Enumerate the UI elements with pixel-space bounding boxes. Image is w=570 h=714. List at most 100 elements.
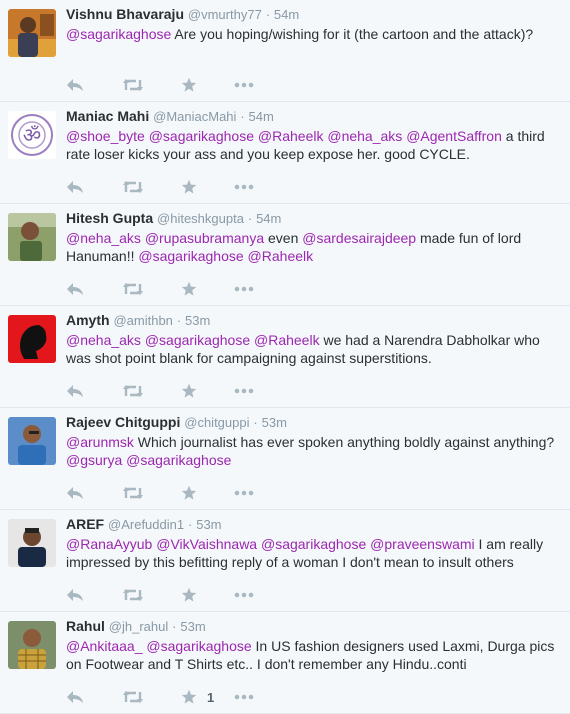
retweet-icon[interactable] xyxy=(122,485,144,501)
reply-button[interactable] xyxy=(66,688,84,706)
reply-button[interactable] xyxy=(66,178,84,196)
favorite-button[interactable] xyxy=(181,76,197,94)
favorite-button[interactable] xyxy=(181,484,197,502)
mention-link[interactable]: @sagarikaghose xyxy=(138,248,243,264)
author-handle[interactable]: @Arefuddin1 xyxy=(108,517,184,532)
mention-link[interactable]: @praveenswami xyxy=(370,536,474,552)
more-icon[interactable] xyxy=(234,490,254,496)
mention-link[interactable]: @sagarikaghose xyxy=(66,26,171,42)
author-handle[interactable]: @chitguppi xyxy=(184,415,249,430)
favorite-button[interactable] xyxy=(181,382,197,400)
timestamp[interactable]: 53m xyxy=(196,517,221,532)
retweet-icon[interactable] xyxy=(122,689,144,705)
author-name[interactable]: Rajeev Chitguppi xyxy=(66,414,180,430)
timestamp[interactable]: 53m xyxy=(180,619,205,634)
author-name[interactable]: Maniac Mahi xyxy=(66,108,149,124)
more-icon[interactable] xyxy=(234,286,254,292)
timestamp[interactable]: 54m xyxy=(274,7,299,22)
mention-link[interactable]: @Raheelk xyxy=(258,128,324,144)
retweet-button[interactable] xyxy=(122,280,144,298)
mention-link[interactable]: @neha_aks xyxy=(66,332,141,348)
author-name[interactable]: Hitesh Gupta xyxy=(66,210,153,226)
mention-link[interactable]: @sagarikaghose xyxy=(261,536,366,552)
retweet-button[interactable] xyxy=(122,76,144,94)
retweet-icon[interactable] xyxy=(122,281,144,297)
retweet-icon[interactable] xyxy=(122,383,144,399)
mention-link[interactable]: @Raheelk xyxy=(254,332,320,348)
more-icon[interactable] xyxy=(234,184,254,190)
mention-link[interactable]: @AgentSaffron xyxy=(406,128,502,144)
more-button[interactable] xyxy=(234,178,254,196)
more-icon[interactable] xyxy=(234,388,254,394)
more-icon[interactable] xyxy=(234,82,254,88)
mention-link[interactable]: @sagarikaghose xyxy=(145,332,250,348)
favorite-button[interactable] xyxy=(181,280,197,298)
retweet-button[interactable] xyxy=(122,484,144,502)
author-name[interactable]: Rahul xyxy=(66,618,105,634)
more-button[interactable] xyxy=(234,280,254,298)
reply-icon[interactable] xyxy=(66,77,84,93)
more-button[interactable] xyxy=(234,76,254,94)
avatar[interactable] xyxy=(8,9,56,57)
mention-link[interactable]: @shoe_byte xyxy=(66,128,145,144)
favorite-icon[interactable] xyxy=(181,281,197,297)
avatar[interactable] xyxy=(8,213,56,261)
favorite-icon[interactable] xyxy=(181,179,197,195)
author-name[interactable]: Amyth xyxy=(66,312,110,328)
author-handle[interactable]: @amithbn xyxy=(113,313,172,328)
reply-button[interactable] xyxy=(66,382,84,400)
mention-link[interactable]: @VikVaishnawa xyxy=(156,536,257,552)
avatar[interactable]: ॐ xyxy=(8,111,56,159)
reply-icon[interactable] xyxy=(66,689,84,705)
reply-button[interactable] xyxy=(66,586,84,604)
reply-icon[interactable] xyxy=(66,383,84,399)
avatar[interactable] xyxy=(8,621,56,669)
avatar[interactable] xyxy=(8,315,56,363)
favorite-icon[interactable] xyxy=(181,587,197,603)
more-icon[interactable] xyxy=(234,592,254,598)
more-button[interactable] xyxy=(234,688,254,706)
retweet-icon[interactable] xyxy=(122,77,144,93)
mention-link[interactable]: @RanaAyyub xyxy=(66,536,152,552)
mention-link[interactable]: @arunmsk xyxy=(66,434,134,450)
more-button[interactable] xyxy=(234,484,254,502)
author-handle[interactable]: @ManiacMahi xyxy=(153,109,236,124)
author-handle[interactable]: @vmurthy77 xyxy=(188,7,262,22)
reply-icon[interactable] xyxy=(66,281,84,297)
retweet-icon[interactable] xyxy=(122,179,144,195)
mention-link[interactable]: @neha_aks xyxy=(66,230,141,246)
reply-icon[interactable] xyxy=(66,485,84,501)
avatar[interactable] xyxy=(8,519,56,567)
timestamp[interactable]: 53m xyxy=(262,415,287,430)
mention-link[interactable]: @Raheelk xyxy=(248,248,314,264)
more-button[interactable] xyxy=(234,586,254,604)
timestamp[interactable]: 53m xyxy=(185,313,210,328)
reply-icon[interactable] xyxy=(66,587,84,603)
mention-link[interactable]: @rupasubramanya xyxy=(145,230,264,246)
retweet-button[interactable] xyxy=(122,586,144,604)
reply-button[interactable] xyxy=(66,76,84,94)
reply-button[interactable] xyxy=(66,484,84,502)
favorite-icon[interactable] xyxy=(181,485,197,501)
more-icon[interactable] xyxy=(234,694,254,700)
timestamp[interactable]: 54m xyxy=(256,211,281,226)
reply-button[interactable] xyxy=(66,280,84,298)
more-button[interactable] xyxy=(234,382,254,400)
timestamp[interactable]: 54m xyxy=(249,109,274,124)
favorite-button[interactable]: 1 xyxy=(181,688,214,706)
favorite-button[interactable] xyxy=(181,586,197,604)
reply-icon[interactable] xyxy=(66,179,84,195)
author-handle[interactable]: @hiteshkgupta xyxy=(157,211,244,226)
retweet-icon[interactable] xyxy=(122,587,144,603)
avatar[interactable] xyxy=(8,417,56,465)
mention-link[interactable]: @sagarikaghose xyxy=(126,452,231,468)
retweet-button[interactable] xyxy=(122,688,144,706)
retweet-button[interactable] xyxy=(122,382,144,400)
author-name[interactable]: AREF xyxy=(66,516,104,532)
mention-link[interactable]: @neha_aks xyxy=(327,128,402,144)
retweet-button[interactable] xyxy=(122,178,144,196)
author-name[interactable]: Vishnu Bhavaraju xyxy=(66,6,184,22)
mention-link[interactable]: @sardesairajdeep xyxy=(302,230,416,246)
author-handle[interactable]: @jh_rahul xyxy=(109,619,168,634)
mention-link[interactable]: @sagarikaghose xyxy=(146,638,251,654)
